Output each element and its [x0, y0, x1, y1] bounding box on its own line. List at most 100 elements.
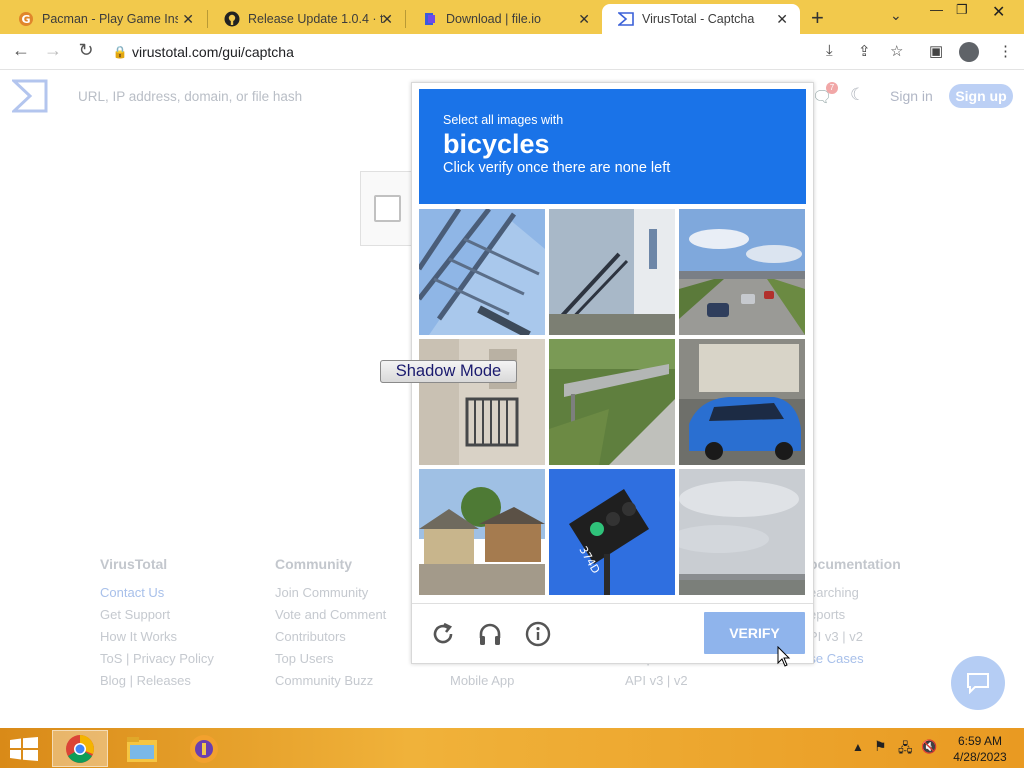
taskbar-file-explorer[interactable] [114, 730, 170, 767]
captcha-target: bicycles [443, 129, 550, 159]
close-tab-icon[interactable]: ✕ [182, 11, 194, 28]
footer-column-documentation: ocumentation earching eports PI v3 | v2 … [800, 556, 901, 695]
audio-headphones-icon[interactable] [477, 621, 503, 647]
profile-avatar[interactable] [959, 42, 979, 62]
footer-link[interactable]: earching [809, 585, 901, 607]
recaptcha-anchor [360, 171, 412, 246]
footer-link[interactable]: Use Cases [800, 651, 901, 673]
captcha-tile[interactable] [679, 469, 805, 595]
footer-link[interactable]: eports [809, 607, 901, 629]
footer-link[interactable]: How It Works [100, 629, 214, 651]
kebab-menu-icon[interactable]: ⋮ [998, 42, 1013, 60]
refresh-icon[interactable] [430, 621, 456, 647]
captcha-instruction: Select all images with [443, 113, 564, 127]
back-arrow-icon[interactable]: ← [10, 40, 32, 61]
windows-start-icon[interactable] [10, 737, 38, 761]
chevron-down-icon[interactable]: ⌄ [890, 7, 902, 24]
shadow-mode-button[interactable]: Shadow Mode [380, 360, 517, 383]
reload-icon[interactable]: ↻ [75, 40, 97, 61]
close-tab-icon[interactable]: ✕ [578, 11, 590, 28]
footer-link[interactable] [809, 673, 901, 695]
footer-link[interactable]: Vote and Comment [275, 607, 386, 629]
bookmark-star-icon[interactable]: ☆ [890, 42, 903, 60]
recaptcha-checkbox[interactable] [374, 195, 401, 222]
pacman-g-icon: G [18, 11, 34, 27]
info-icon[interactable] [525, 621, 551, 647]
folder-icon [127, 736, 157, 762]
tab-virustotal-captcha[interactable]: VirusTotal - Captcha ✕ [602, 4, 800, 34]
tile-image-highway [679, 209, 805, 335]
restore-icon[interactable]: ❐ [956, 2, 968, 18]
footer-link[interactable]: Get Support [100, 607, 214, 629]
chat-icon [967, 673, 989, 694]
footer-link[interactable]: PI v3 | v2 [809, 629, 901, 651]
footer-link[interactable]: Contributors [275, 629, 386, 651]
footer-heading: Community [275, 556, 352, 572]
close-window-icon[interactable]: ✕ [992, 2, 1005, 22]
tab-title: Download | file.io [446, 12, 541, 26]
tab-title: VirusTotal - Captcha [642, 12, 755, 26]
tab-fileio[interactable]: Download | file.io ✕ [406, 4, 602, 34]
captcha-tile[interactable] [419, 339, 545, 465]
sign-in-link[interactable]: Sign in [890, 88, 933, 104]
show-hidden-icons-icon[interactable]: ▲ [852, 740, 864, 754]
share-icon[interactable]: ⇪ [858, 42, 871, 60]
footer-link[interactable]: Top Users [275, 651, 386, 673]
tile-image-balcony [419, 339, 545, 465]
tile-image-blue-car [679, 339, 805, 465]
search-input[interactable]: URL, IP address, domain, or file hash [78, 89, 302, 104]
svg-text:G: G [21, 13, 30, 26]
side-panel-icon[interactable]: ▣ [929, 42, 943, 60]
footer-column-virustotal: VirusTotal Contact Us Get Support How It… [100, 556, 214, 695]
install-app-icon[interactable]: ⤓ [826, 42, 833, 59]
captcha-tile[interactable] [419, 209, 545, 335]
captcha-tile[interactable] [679, 339, 805, 465]
footer-link[interactable]: Mobile App [450, 673, 565, 695]
captcha-subtext: Click verify once there are none left [443, 160, 671, 176]
security-app-icon [190, 734, 218, 763]
captcha-header: Select all images with bicycles Click ve… [419, 89, 806, 204]
captcha-tile[interactable]: 374D [549, 469, 675, 595]
taskbar-chrome[interactable] [52, 730, 108, 767]
volume-muted-icon[interactable]: 🔇 [921, 739, 937, 755]
tab-pacman[interactable]: G Pacman - Play Game Inst ✕ [2, 4, 206, 34]
notification-badge: 7 [826, 82, 838, 94]
address-url: virustotal.com/gui/captcha [132, 44, 294, 60]
virustotal-logo[interactable] [10, 79, 48, 113]
lock-icon: 🔒 [112, 45, 128, 59]
network-icon[interactable]: 🖧 [898, 739, 913, 761]
footer-heading: ocumentation [809, 556, 901, 572]
footer-link[interactable]: API v3 | v2 [625, 673, 688, 695]
chrome-icon [66, 734, 94, 763]
virustotal-icon [618, 11, 634, 27]
chat-button[interactable] [951, 656, 1005, 710]
close-tab-icon[interactable]: ✕ [381, 11, 393, 28]
address-bar[interactable]: 🔒 virustotal.com/gui/captcha [108, 38, 818, 66]
taskbar-app-shield[interactable] [176, 730, 232, 767]
footer-link[interactable]: Community Buzz [275, 673, 386, 695]
footer-link[interactable]: Join Community [275, 585, 386, 607]
tab-release-update[interactable]: Release Update 1.0.4 · the ✕ [208, 4, 405, 34]
dark-mode-icon[interactable]: ☾ [850, 85, 865, 105]
tile-image-house-stairs [549, 209, 675, 335]
footer-link[interactable]: Contact Us [100, 585, 214, 607]
tab-title: Release Update 1.0.4 · the [248, 12, 384, 26]
captcha-tile[interactable] [419, 469, 545, 595]
sign-up-button[interactable]: Sign up [949, 84, 1013, 108]
captcha-tile[interactable] [549, 339, 675, 465]
footer-link[interactable]: Blog | Releases [100, 673, 214, 695]
taskbar-clock[interactable]: 6:59 AM 4/28/2023 [944, 733, 1016, 765]
clock-time: 6:59 AM [957, 734, 1003, 748]
captcha-tile[interactable] [679, 209, 805, 335]
mouse-cursor-icon [777, 645, 791, 673]
new-tab-button[interactable]: + [811, 5, 824, 31]
flag-icon[interactable]: ⚑ [874, 738, 887, 755]
forward-arrow-icon[interactable]: → [42, 40, 64, 61]
tile-image-guardrail [549, 339, 675, 465]
captcha-tile[interactable] [549, 209, 675, 335]
close-tab-icon[interactable]: ✕ [776, 11, 788, 28]
captcha-footer-divider [412, 603, 813, 604]
footer-link[interactable]: ToS | Privacy Policy [100, 651, 214, 673]
minimize-icon[interactable]: — [930, 2, 943, 17]
github-icon [224, 11, 240, 27]
